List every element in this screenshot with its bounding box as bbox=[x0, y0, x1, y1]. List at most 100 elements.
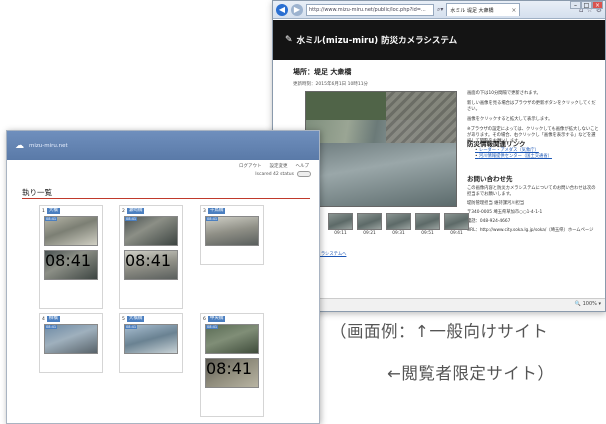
forward-icon[interactable]: ▶ bbox=[291, 3, 303, 16]
camera-card-header: 1 大橋 bbox=[40, 206, 102, 216]
thumbnail[interactable]: 09:11 bbox=[328, 213, 353, 237]
contact-line: 電話：048-924-4667 bbox=[467, 219, 511, 224]
camera-card-header: 5 大橋橋 bbox=[120, 314, 182, 324]
camera-time-tag: 08:41 bbox=[125, 325, 138, 329]
maximize-button[interactable]: □ bbox=[581, 1, 592, 9]
restricted-site-header: ☁ mizu-miru.net bbox=[7, 131, 319, 160]
back-icon[interactable]: ◀ bbox=[276, 3, 288, 16]
site-title-text: 水ミル(mizu-miru) 防災カメラシステム bbox=[296, 36, 458, 46]
camera-card[interactable]: 4 柳橋 08:41 bbox=[39, 313, 103, 373]
public-site-title: ✎ 水ミル(mizu-miru) 防災カメラシステム bbox=[285, 34, 457, 46]
update-time: 更新時刻：2015年6月1日 10時11分 bbox=[293, 82, 369, 87]
address-bar[interactable]: http://www.mizu-miru.net/public/loc.php?… bbox=[306, 3, 434, 16]
thumbnail-time: 09:31 bbox=[392, 231, 405, 236]
tab-label: 水ミル 堤足 大衆橋 bbox=[450, 7, 494, 14]
intro-p1: 画面の下は10分間隔で更新されます。 bbox=[467, 91, 541, 96]
camera-time-tag: 08:41 bbox=[45, 325, 58, 329]
thumbnail-time: 09:21 bbox=[363, 231, 376, 236]
contact-heading: お問い合わせ先 bbox=[467, 175, 513, 183]
help-link[interactable]: ヘルプ bbox=[296, 163, 310, 169]
camera-image[interactable]: 08:41 bbox=[124, 216, 178, 246]
camera-image[interactable]: 08:41 bbox=[124, 250, 178, 280]
section-divider bbox=[22, 198, 310, 199]
thumbnail-image bbox=[357, 213, 382, 230]
camera-number: 2 bbox=[122, 208, 125, 214]
minimize-button[interactable]: – bbox=[570, 1, 581, 9]
thumbnail-time: 09:41 bbox=[450, 231, 463, 236]
camera-card[interactable]: 2 瀬崎橋 08:41 08:41 bbox=[119, 205, 183, 309]
camera-label: 千鳥橋 bbox=[207, 208, 226, 214]
camera-image[interactable]: 08:41 bbox=[205, 216, 259, 246]
camera-label: 瀬崎橋 bbox=[126, 208, 145, 214]
thumbnail-image bbox=[444, 213, 469, 230]
contact-line: URL：http://www.city.soka.lg.jp/soka/（埼玉県… bbox=[467, 228, 594, 233]
thumbnail-image bbox=[415, 213, 440, 230]
thumbnail[interactable]: 09:31 bbox=[386, 213, 411, 237]
camera-image[interactable]: 08:41 bbox=[44, 250, 98, 280]
camera-image[interactable]: 08:41 bbox=[205, 358, 259, 388]
public-site-browser-window: ◀ ▶ http://www.mizu-miru.net/public/loc.… bbox=[272, 0, 606, 312]
camera-number: 6 bbox=[203, 316, 206, 322]
camera-card-header: 3 千鳥橋 bbox=[201, 206, 263, 216]
thumbnail[interactable]: 09:41 bbox=[444, 213, 469, 237]
camera-card-header: 6 中央橋 bbox=[201, 314, 263, 324]
camera-time-tag: 08:41 bbox=[45, 217, 58, 221]
camera-label: 柳橋 bbox=[46, 316, 60, 322]
links-heading: 防災情報関連リンク bbox=[467, 140, 526, 148]
camera-card[interactable]: 3 千鳥橋 08:41 bbox=[200, 205, 264, 265]
user-status-text: Iscared 42 status bbox=[255, 171, 294, 177]
camera-card[interactable]: 1 大橋 08:41 08:41 bbox=[39, 205, 103, 309]
thumbnail-time: 09:51 bbox=[421, 231, 434, 236]
camera-image[interactable]: 08:41 bbox=[44, 216, 98, 246]
pin-icon: ✎ bbox=[285, 35, 293, 45]
close-tab-icon[interactable]: × bbox=[511, 7, 516, 14]
camera-image[interactable]: 08:41 bbox=[124, 324, 178, 354]
camera-card-header: 4 柳橋 bbox=[40, 314, 102, 324]
camera-number: 3 bbox=[203, 208, 206, 214]
related-links: レーダー・アメダス（気象庁） 河川情報提供センター（国土交通省） bbox=[475, 148, 552, 160]
status-toggle[interactable] bbox=[297, 171, 311, 177]
camera-number: 4 bbox=[42, 316, 45, 322]
main-camera-image[interactable] bbox=[305, 91, 457, 207]
camera-image[interactable]: 08:41 bbox=[44, 324, 98, 354]
camera-time-tag: 08:41 bbox=[206, 359, 253, 378]
public-site-header: ✎ 水ミル(mizu-miru) 防災カメラシステム bbox=[273, 20, 605, 60]
camera-label: 大橋橋 bbox=[126, 316, 145, 322]
thumbnail[interactable]: 09:21 bbox=[357, 213, 382, 237]
link-river-info[interactable]: 河川情報提供センター（国土交通省） bbox=[475, 154, 552, 160]
camera-card[interactable]: 6 中央橋 08:41 08:41 bbox=[200, 313, 264, 417]
logout-link[interactable]: ログアウト bbox=[239, 163, 262, 169]
camera-label: 中央橋 bbox=[207, 316, 226, 322]
camera-card-header: 2 瀬崎橋 bbox=[120, 206, 182, 216]
thumbnail-image bbox=[328, 213, 353, 230]
camera-time-tag: 08:41 bbox=[206, 217, 219, 221]
user-status: Iscared 42 status bbox=[255, 171, 311, 177]
photo-river bbox=[306, 143, 456, 206]
thumbnail-time: 09:11 bbox=[334, 231, 347, 236]
search-icon[interactable]: ⌕▾ bbox=[437, 6, 443, 14]
contact-line: 堤防管理担当 維持課河川担当 bbox=[467, 201, 525, 206]
location-title: 場所：堤足 大衆橋 bbox=[293, 68, 352, 76]
camera-number: 5 bbox=[122, 316, 125, 322]
close-window-button[interactable]: × bbox=[592, 1, 603, 9]
section-title: 執り一覧 bbox=[22, 188, 52, 197]
intro-p3: 画像をクリックすると拡大して表示します。 bbox=[467, 117, 553, 122]
camera-label: 大橋 bbox=[46, 208, 60, 214]
camera-card[interactable]: 5 大橋橋 08:41 bbox=[119, 313, 183, 373]
camera-time-tag: 08:41 bbox=[206, 325, 219, 329]
camera-image[interactable]: 08:41 bbox=[205, 324, 259, 354]
camera-time-tag: 08:41 bbox=[125, 251, 172, 270]
contact-block: この画像内容と防災カメラシステムについてのお問い合わせは次の担当までお願いします… bbox=[467, 186, 599, 237]
zoom-level[interactable]: 🔍 100% ▾ bbox=[575, 301, 601, 307]
camera-time-tag: 08:41 bbox=[45, 251, 92, 270]
thumbnail-image bbox=[386, 213, 411, 230]
thumbnail-strip: 09:11 09:21 09:31 09:51 09:41 bbox=[328, 213, 469, 237]
browser-tab[interactable]: 水ミル 堤足 大衆橋 × bbox=[446, 3, 521, 16]
contact-line: この画像内容と防災カメラシステムについてのお問い合わせは次の担当までお願いします… bbox=[467, 186, 596, 197]
settings-link[interactable]: 設定変更 bbox=[270, 163, 288, 169]
thumbnail[interactable]: 09:51 bbox=[415, 213, 440, 237]
header-links: ログアウト 設定変更 ヘルプ bbox=[239, 160, 309, 169]
window-controls: – □ × bbox=[570, 1, 603, 9]
camera-number: 1 bbox=[42, 208, 45, 214]
browser-toolbar: ◀ ▶ http://www.mizu-miru.net/public/loc.… bbox=[273, 1, 605, 19]
